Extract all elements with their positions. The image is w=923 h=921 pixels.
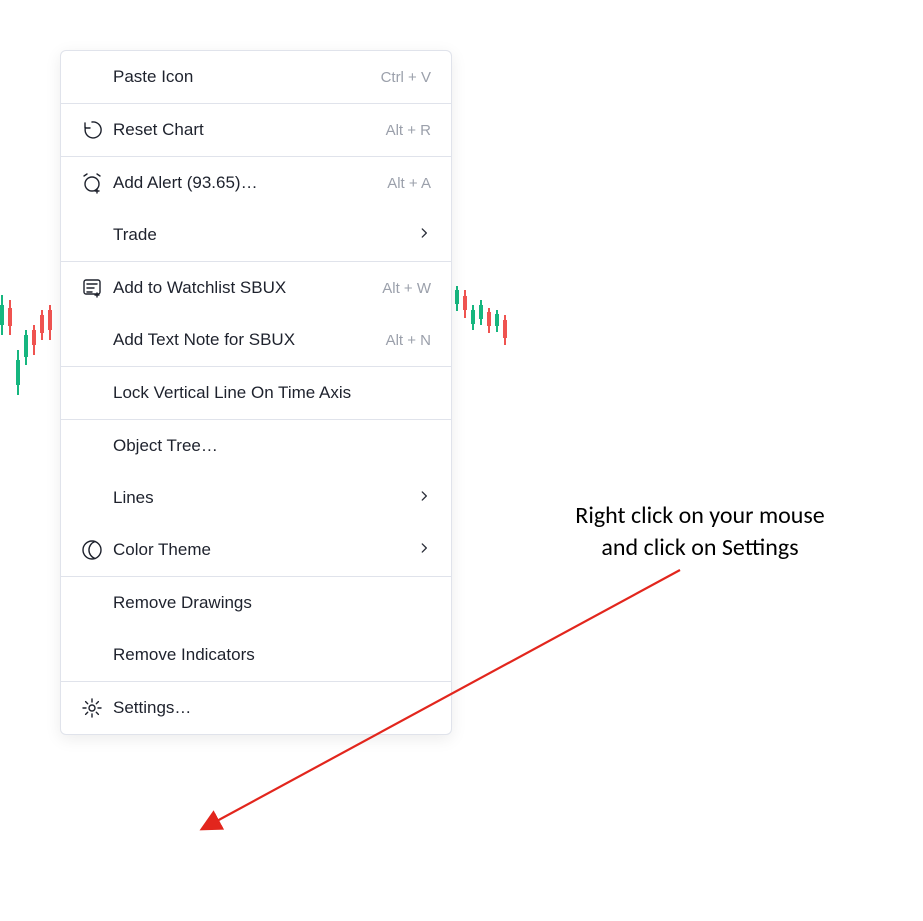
reset-shortcut: Alt + R <box>386 122 431 139</box>
chevron-right-icon <box>417 225 431 245</box>
theme-label: Color Theme <box>113 540 417 560</box>
instruction-annotation: Right click on your mouse and click on S… <box>490 500 910 565</box>
menu-item-color-theme[interactable]: Color Theme <box>61 524 451 576</box>
watchlist-label: Add to Watchlist SBUX <box>113 278 382 298</box>
menu-item-remove-drawings[interactable]: Remove Drawings <box>61 577 451 629</box>
settings-label: Settings… <box>113 698 431 718</box>
annotation-line2: and click on Settings <box>490 532 910 564</box>
undo-icon <box>77 118 107 142</box>
right-background-mask <box>509 0 923 921</box>
menu-item-paste[interactable]: Paste Icon Ctrl + V <box>61 51 451 103</box>
menu-item-lines[interactable]: Lines <box>61 472 451 524</box>
reset-label: Reset Chart <box>113 120 386 140</box>
remdraw-label: Remove Drawings <box>113 593 431 613</box>
objtree-label: Object Tree… <box>113 436 431 456</box>
menu-item-reset-chart[interactable]: Reset Chart Alt + R <box>61 104 451 156</box>
menu-item-add-watchlist[interactable]: Add to Watchlist SBUX Alt + W <box>61 262 451 314</box>
alarm-add-icon <box>77 171 107 195</box>
gear-icon <box>77 696 107 720</box>
menu-item-add-note[interactable]: Add Text Note for SBUX Alt + N <box>61 314 451 366</box>
alert-shortcut: Alt + A <box>387 175 431 192</box>
menu-item-settings[interactable]: Settings… <box>61 682 451 734</box>
trade-label: Trade <box>113 225 417 245</box>
note-shortcut: Alt + N <box>386 332 431 349</box>
list-add-icon <box>77 276 107 300</box>
note-label: Add Text Note for SBUX <box>113 330 386 350</box>
menu-item-remove-indicators[interactable]: Remove Indicators <box>61 629 451 681</box>
paste-label: Paste Icon <box>113 67 381 87</box>
chevron-right-icon <box>417 488 431 508</box>
annotation-line1: Right click on your mouse <box>490 500 910 532</box>
alert-label: Add Alert (93.65)… <box>113 173 387 193</box>
chevron-right-icon <box>417 540 431 560</box>
lock-label: Lock Vertical Line On Time Axis <box>113 383 431 403</box>
context-menu: Paste Icon Ctrl + V Reset Chart Alt + R … <box>60 50 452 735</box>
menu-item-lock-vertical[interactable]: Lock Vertical Line On Time Axis <box>61 367 451 419</box>
menu-item-trade[interactable]: Trade <box>61 209 451 261</box>
paste-shortcut: Ctrl + V <box>381 69 431 86</box>
remind-label: Remove Indicators <box>113 645 431 665</box>
watchlist-shortcut: Alt + W <box>382 280 431 297</box>
menu-item-object-tree[interactable]: Object Tree… <box>61 420 451 472</box>
moon-icon <box>77 538 107 562</box>
lines-label: Lines <box>113 488 417 508</box>
menu-item-add-alert[interactable]: Add Alert (93.65)… Alt + A <box>61 157 451 209</box>
